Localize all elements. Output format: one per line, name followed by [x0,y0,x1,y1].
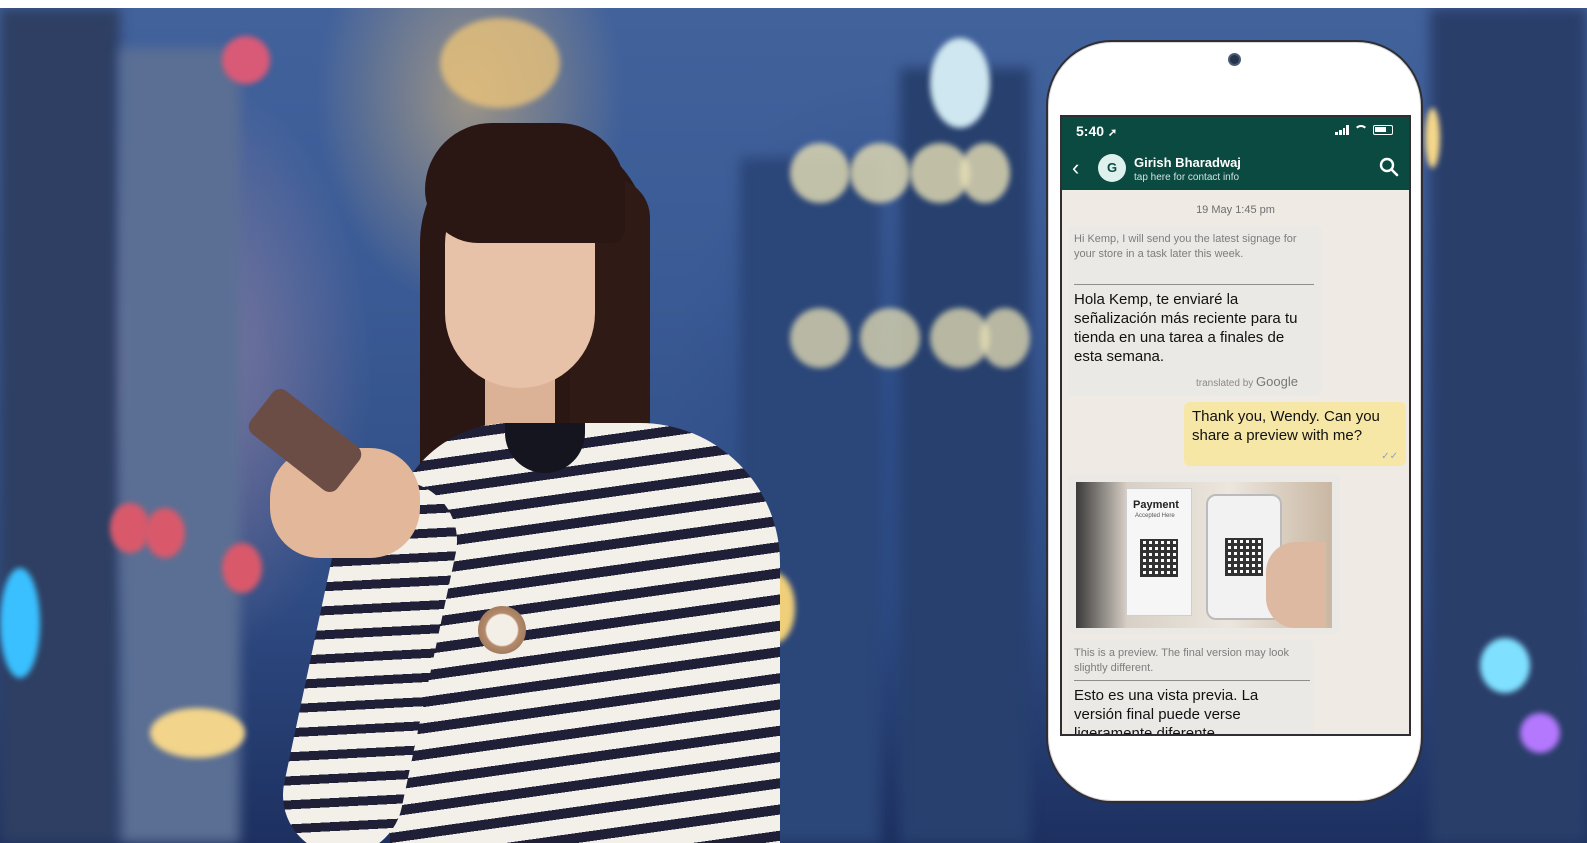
incoming-message[interactable]: Hi Kemp, I will send you the latest sign… [1068,226,1322,396]
status-time: 5:40 ➚ [1076,123,1118,139]
bokeh-light [980,308,1030,368]
incoming-message[interactable]: This is a preview. The final version may… [1068,640,1314,736]
double-check-icon: ✓✓ [1381,451,1398,462]
location-arrow-icon: ➚ [1107,127,1118,139]
wrist-watch [478,606,526,654]
original-text: This is a preview. The final version may… [1074,647,1289,674]
translated-text: Esto es una vista previa. La versión fin… [1074,687,1259,736]
original-text: Hi Kemp, I will send you the latest sign… [1074,233,1297,260]
contact-info-hint[interactable]: tap here for contact info [1134,172,1239,183]
phone-mockup: 5:40 ➚ ‹ G Girish Bharadwaj tap here for… [1046,40,1423,803]
qr-code [1225,538,1263,576]
translated-text: Hola Kemp, te enviaré la señalización má… [1074,291,1298,365]
translation-credit: translated by Google [1196,374,1298,389]
incoming-image-message[interactable]: Payment Accepted Here [1068,474,1340,634]
battery-icon [1373,125,1393,135]
date-separator: 19 May 1:45 pm [1196,204,1275,216]
bokeh-light [850,143,910,203]
woman-with-phone [244,118,790,843]
bokeh-light [110,503,150,553]
bokeh-light [1425,108,1440,168]
bokeh-light [960,143,1010,203]
outgoing-text: Thank you, Wendy. Can you share a previe… [1192,408,1380,444]
outgoing-message[interactable]: Thank you, Wendy. Can you share a previe… [1184,402,1406,466]
bokeh-light [1480,638,1530,693]
translation-divider [1074,284,1314,285]
contact-name[interactable]: Girish Bharadwaj [1134,155,1241,170]
chat-area[interactable]: 19 May 1:45 pm Hi Kemp, I will send you … [1062,190,1409,736]
woman-hair [425,123,625,243]
background-building [1430,8,1587,843]
bokeh-light [0,568,40,678]
sign-title: Payment [1133,499,1179,511]
wifi-icon [1354,125,1368,135]
chat-header: 5:40 ➚ ‹ G Girish Bharadwaj tap here for… [1062,117,1409,190]
whatsapp-screen: 5:40 ➚ ‹ G Girish Bharadwaj tap here for… [1060,115,1411,736]
google-logo: Google [1256,374,1298,389]
bokeh-light [790,143,850,203]
hand-in-image [1266,542,1326,628]
search-icon[interactable] [1379,157,1399,177]
cellular-signal-icon [1335,125,1349,135]
bokeh-light [930,38,990,128]
bokeh-light [1520,713,1560,753]
contact-avatar[interactable]: G [1098,154,1126,182]
sign-subtitle: Accepted Here [1135,513,1175,519]
translation-divider [1074,680,1310,681]
status-icons [1335,125,1393,135]
bokeh-light [145,508,185,558]
camera-dot [1228,53,1241,66]
back-chevron-icon[interactable]: ‹ [1072,157,1079,179]
striped-sweater [390,423,780,843]
qr-code [1140,539,1178,577]
bokeh-light [790,308,850,368]
bokeh-light [860,308,920,368]
bokeh-light [150,708,245,758]
background-building [0,8,120,843]
bokeh-light [222,36,270,84]
bokeh-light [440,18,560,108]
signage-preview-image[interactable]: Payment Accepted Here [1076,482,1332,628]
payment-sign: Payment Accepted Here [1126,488,1192,616]
